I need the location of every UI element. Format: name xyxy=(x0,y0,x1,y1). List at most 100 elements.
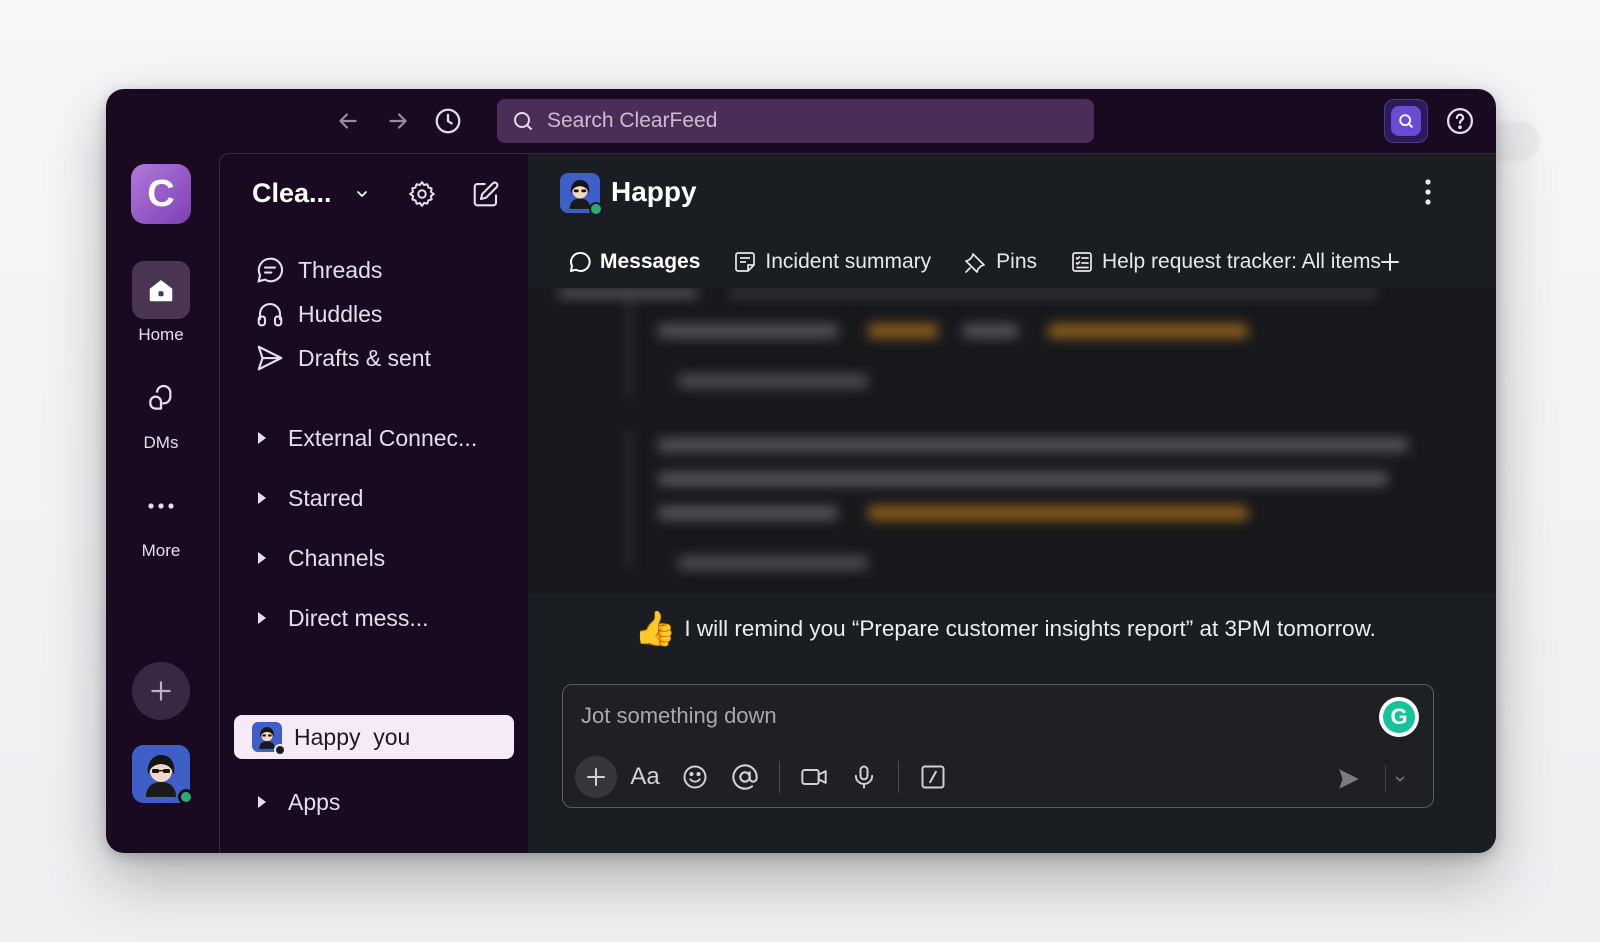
section-label: Apps xyxy=(288,788,341,815)
attach-button[interactable] xyxy=(575,756,617,798)
search-input[interactable] xyxy=(547,109,1067,133)
tab-label: Incident summary xyxy=(765,250,932,273)
chevron-down-icon xyxy=(356,190,367,197)
workspace-rail: C Home DMs More xyxy=(106,153,216,853)
compose-button[interactable] xyxy=(468,176,504,212)
clock-icon xyxy=(435,108,461,134)
home-icon xyxy=(149,280,173,302)
presence-indicator xyxy=(589,202,603,216)
history-button[interactable] xyxy=(432,105,464,137)
question-icon xyxy=(1447,108,1473,134)
rail-item-home[interactable]: Home xyxy=(106,261,216,345)
caret-right-icon xyxy=(258,612,266,624)
presence-indicator xyxy=(274,744,286,756)
tab-incident-summary[interactable]: Incident summary xyxy=(733,250,931,274)
format-label: Aa xyxy=(630,763,660,790)
channel-avatar[interactable] xyxy=(560,173,603,216)
section-starred[interactable]: Starred xyxy=(258,478,363,518)
forward-button[interactable] xyxy=(382,105,414,137)
section-external-connections[interactable]: External Connec... xyxy=(258,418,477,458)
tab-pins[interactable]: Pins xyxy=(964,250,1037,274)
pin-icon xyxy=(965,253,985,273)
sidebar: Clea... Threads Huddles Drafts & sent Ex… xyxy=(219,153,527,853)
sidebar-item-drafts[interactable]: Drafts & sent xyxy=(254,338,431,378)
section-channels[interactable]: Channels xyxy=(258,538,385,578)
at-icon xyxy=(732,764,758,790)
chevron-down-icon xyxy=(1395,776,1404,782)
send-options-button[interactable] xyxy=(1385,765,1413,793)
toolbar-divider xyxy=(898,761,899,793)
message-input[interactable] xyxy=(581,703,1361,735)
caret-right-icon xyxy=(258,552,266,564)
emoji-button[interactable] xyxy=(673,755,717,799)
section-label: Starred xyxy=(288,484,364,511)
tab-label: Pins xyxy=(996,250,1037,273)
help-button[interactable] xyxy=(1442,103,1478,139)
thumbs-up-icon: 👍 xyxy=(634,610,677,648)
add-workspace-button[interactable] xyxy=(132,662,190,720)
blurred-content xyxy=(528,288,1496,593)
more-icon xyxy=(148,503,174,509)
gear-icon xyxy=(409,181,435,207)
presence-indicator xyxy=(178,789,194,805)
sidebar-item-label: Huddles xyxy=(298,300,383,327)
send-icon xyxy=(1339,769,1359,789)
tab-label: Messages xyxy=(600,250,701,273)
format-button[interactable]: Aa xyxy=(623,755,667,799)
section-apps[interactable]: Apps xyxy=(258,782,340,822)
message-composer: G Aa xyxy=(562,684,1434,808)
ai-search-button[interactable] xyxy=(1384,99,1428,143)
dms-icon-wrap xyxy=(132,369,190,427)
kebab-menu-icon xyxy=(1425,179,1431,205)
caret-right-icon xyxy=(258,432,266,444)
sidebar-item-threads[interactable]: Threads xyxy=(254,250,382,290)
mention-button[interactable] xyxy=(723,755,767,799)
add-tab-button[interactable] xyxy=(1374,246,1406,278)
microphone-icon xyxy=(854,765,874,789)
rail-label-dms: DMs xyxy=(143,433,179,452)
shortcuts-button[interactable] xyxy=(911,755,955,799)
rail-label-more: More xyxy=(141,541,181,560)
video-clip-button[interactable] xyxy=(792,755,836,799)
rail-item-dms[interactable]: DMs xyxy=(106,369,216,453)
search-bar[interactable] xyxy=(497,99,1094,143)
sidebar-item-dm-happy[interactable]: Happy you xyxy=(234,715,514,759)
plus-icon xyxy=(587,768,605,786)
workspace-settings-button[interactable] xyxy=(404,176,440,212)
workspace-logo[interactable]: C xyxy=(131,164,191,224)
rail-item-more[interactable]: More xyxy=(106,477,216,561)
canvas-icon xyxy=(735,252,756,272)
search-icon xyxy=(514,112,532,130)
main-panel: Happy Messages Incident summary Pins Hel… xyxy=(528,153,1496,853)
sidebar-item-huddles[interactable]: Huddles xyxy=(254,294,382,334)
tab-label: Help request tracker: All items xyxy=(1102,250,1381,273)
video-icon xyxy=(801,769,827,785)
section-label: Direct mess... xyxy=(288,604,429,631)
dms-icon xyxy=(149,384,172,410)
headphones-icon xyxy=(257,302,283,327)
caret-right-icon xyxy=(258,796,266,808)
section-direct-messages[interactable]: Direct mess... xyxy=(258,598,429,638)
caret-right-icon xyxy=(258,492,266,504)
app-window: C Home DMs More xyxy=(106,89,1496,853)
workspace-switcher[interactable]: Clea... xyxy=(252,178,370,209)
tab-help-request-tracker[interactable]: Help request tracker: All items xyxy=(1070,250,1381,274)
audio-clip-button[interactable] xyxy=(842,755,886,799)
dm-label: Happy you xyxy=(294,723,411,750)
compose-icon xyxy=(473,181,499,207)
sidebar-item-label: Drafts & sent xyxy=(298,344,431,371)
arrow-left-icon xyxy=(339,113,357,129)
tab-messages[interactable]: Messages xyxy=(568,250,700,274)
channel-menu-button[interactable] xyxy=(1410,174,1446,210)
section-label: External Connec... xyxy=(288,424,478,451)
grammarly-button[interactable]: G xyxy=(1379,697,1419,737)
send-button[interactable] xyxy=(1331,761,1367,797)
back-button[interactable] xyxy=(332,105,364,137)
reminder-text: I will remind you “Prepare customer insi… xyxy=(684,616,1376,641)
rail-label-home: Home xyxy=(138,325,184,344)
channel-title[interactable]: Happy xyxy=(611,176,697,208)
plus-icon xyxy=(1381,253,1399,271)
bot-reminder-message: 👍 I will remind you “Prepare customer in… xyxy=(634,612,1376,646)
user-avatar[interactable] xyxy=(132,745,194,805)
threads-icon xyxy=(257,257,284,283)
